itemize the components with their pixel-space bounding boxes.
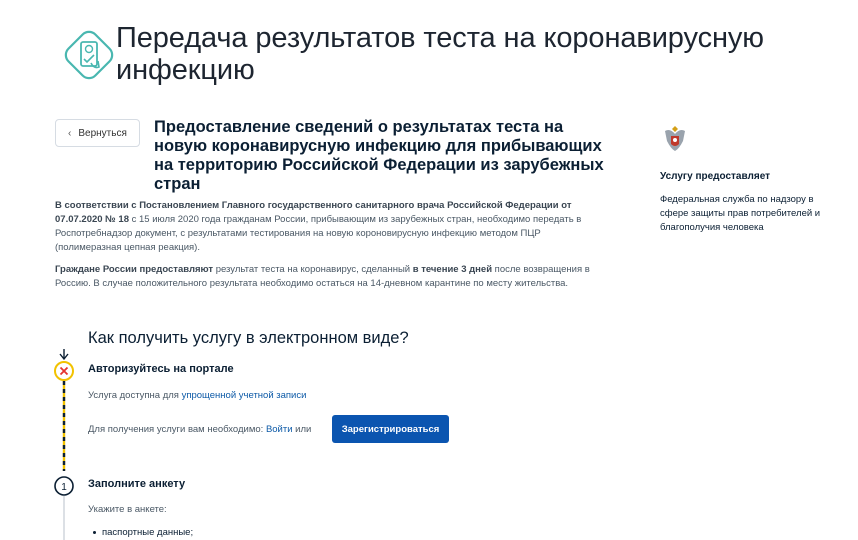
provider-block: Услугу предоставляет Федеральная служба …	[660, 122, 840, 235]
error-cross-icon	[54, 361, 74, 381]
list-item-text: паспортные данные;	[102, 527, 194, 538]
requirement-prefix: Для получения услуги вам необходимо:	[88, 424, 266, 435]
service-heading: Предоставление сведений о результатах те…	[154, 118, 604, 193]
bullet-icon	[93, 531, 96, 534]
or-text: или	[292, 424, 312, 435]
back-button-label: Вернуться	[78, 127, 127, 139]
intro-text-2a: результат теста на коронавирус, сделанны…	[213, 264, 413, 275]
step2-title: Заполните анкету	[88, 478, 186, 490]
three-days: в течение 3 дней	[412, 264, 493, 275]
citizens-provide: Граждане России предоставляют	[55, 264, 214, 275]
service-logo-icon	[64, 30, 114, 80]
list-item: паспортные данные;	[93, 527, 193, 538]
login-link[interactable]: Войти	[266, 424, 293, 435]
coat-of-arms-icon	[665, 126, 685, 151]
step2-number: 1	[61, 482, 67, 493]
availability-text: Услуга доступна для упрощенной учетной з…	[88, 390, 306, 401]
availability-prefix: Услуга доступна для	[88, 390, 182, 401]
simplified-account-link[interactable]: упрощенной учетной записи	[182, 390, 307, 401]
requirement-text: Для получения услуги вам необходимо: Вой…	[88, 424, 311, 435]
intro-text-1: с 15 июля 2020 года гражданам России, пр…	[55, 214, 582, 253]
form-indicate-text: Укажите в анкете:	[88, 504, 167, 515]
step1-title: Авторизуйтесь на портале	[88, 363, 234, 375]
intro-paragraph-1: В соответствии с Постановлением Главного…	[55, 199, 603, 255]
provider-label: Услугу предоставляет	[660, 171, 771, 182]
intro-paragraph-2: Граждане России предоставляют результат …	[55, 263, 603, 291]
steps-section-title: Как получить услугу в электронном виде?	[88, 329, 409, 347]
chevron-left-icon: ‹	[68, 127, 72, 139]
back-button[interactable]: ‹ Вернуться	[55, 119, 140, 147]
provider-name: Федеральная служба по надзору в сфере за…	[660, 194, 821, 233]
header: Передача результатов теста на коронавиру…	[0, 0, 858, 100]
register-button[interactable]: Зарегистрироваться	[332, 415, 449, 443]
page-title: Передача результатов теста на коронавиру…	[116, 22, 764, 86]
arrow-down-icon	[59, 349, 69, 361]
